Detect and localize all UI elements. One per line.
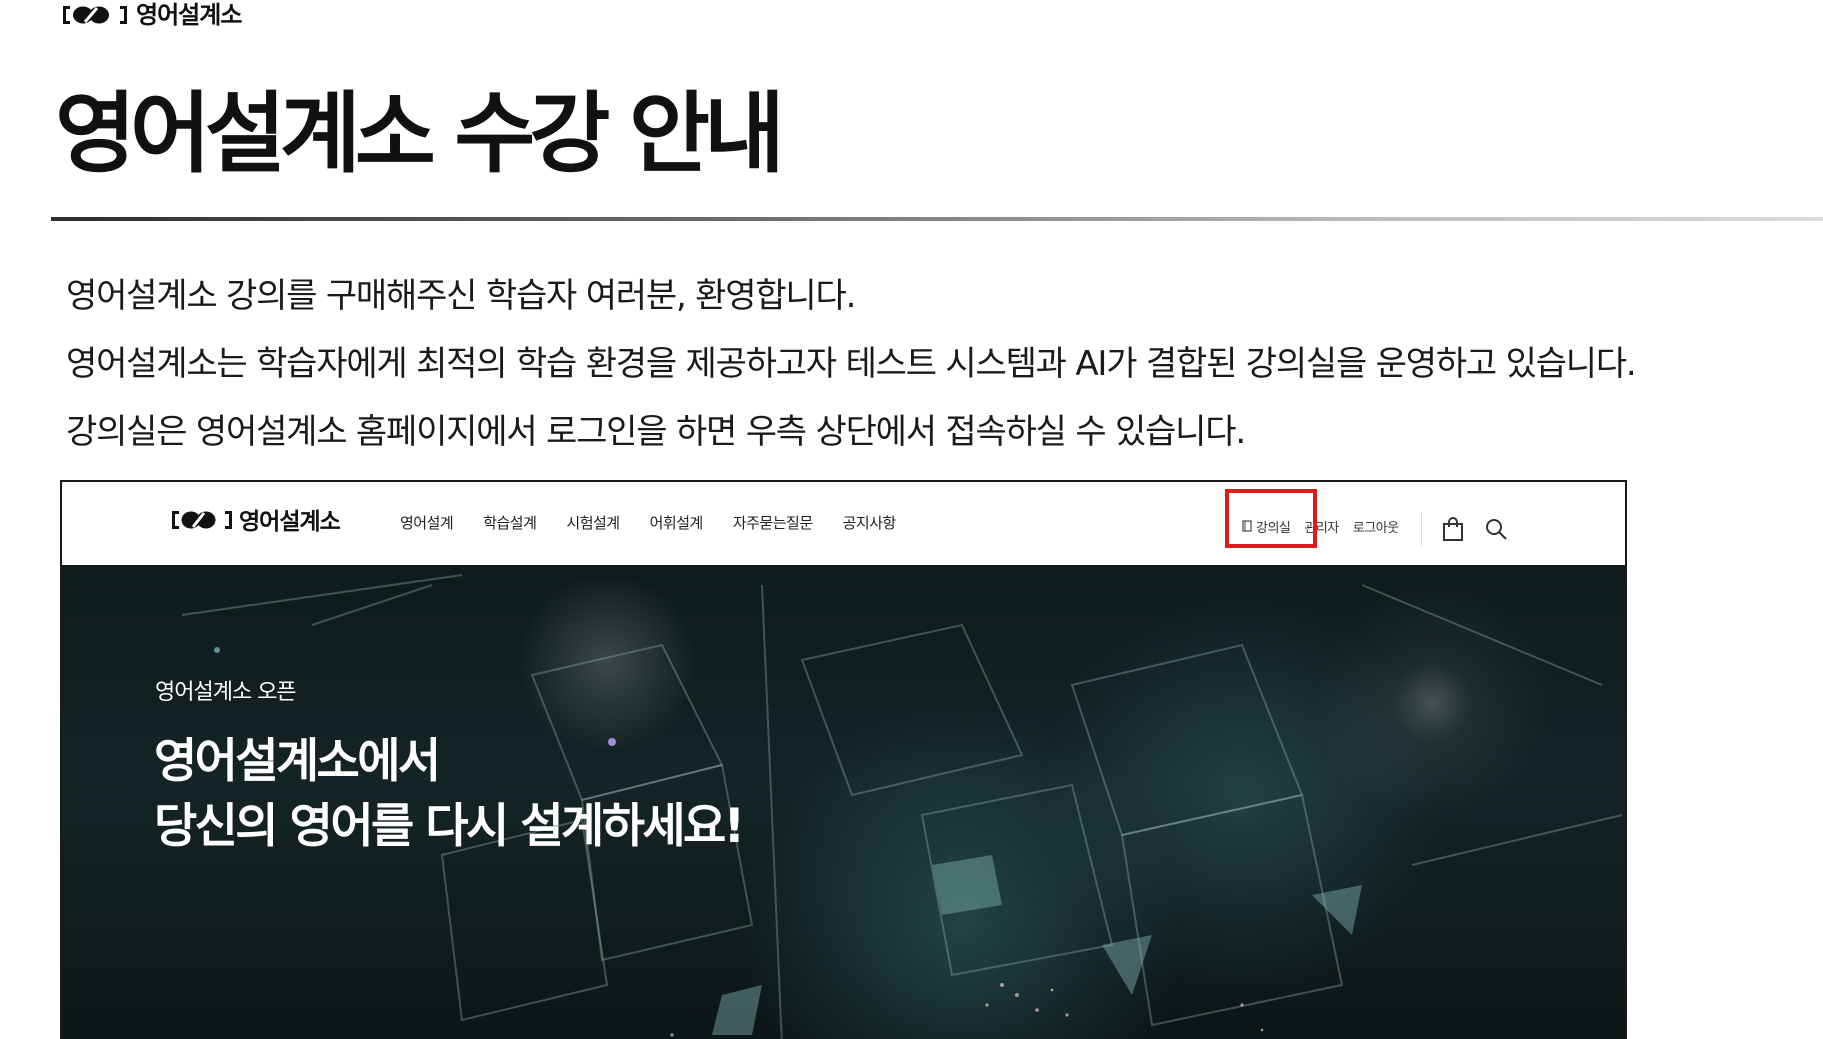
hero-eyebrow: 영어설계소 오픈	[155, 680, 297, 705]
site-logo-mark-icon	[170, 509, 234, 535]
shopping-bag-icon[interactable]	[1442, 517, 1464, 541]
search-icon[interactable]	[1484, 517, 1508, 541]
book-icon	[1242, 518, 1252, 540]
site-utility-menu: 강의실 관리자 로그아웃	[1242, 512, 1508, 546]
site-header: 영어설계소 영어설계 학습설계 시험설계 어휘설계 자주묻는질문 공지사항 강의…	[62, 482, 1625, 565]
site-nav: 영어설계 학습설계 시험설계 어휘설계 자주묻는질문 공지사항	[400, 510, 896, 536]
nav-vocab-design[interactable]: 어휘설계	[650, 510, 704, 536]
nav-notice[interactable]: 공지사항	[843, 510, 897, 536]
site-logo-text: 영어설계소	[239, 509, 341, 535]
classroom-link[interactable]: 강의실	[1242, 518, 1291, 540]
site-logo[interactable]: 영어설계소	[170, 508, 341, 536]
intro-text: 영어설계소 강의를 구매해주신 학습자 여러분, 환영합니다. 영어설계소는 학…	[66, 262, 1637, 466]
intro-line-classroom: 영어설계소는 학습자에게 최적의 학습 환경을 제공하고자 테스트 시스템과 A…	[66, 344, 1637, 384]
util-divider	[1420, 512, 1422, 546]
nav-exam-design[interactable]: 시험설계	[566, 510, 620, 536]
title-divider	[51, 217, 1823, 221]
intro-line-access: 강의실은 영어설계소 홈페이지에서 로그인을 하면 우측 상단에서 접속하실 수…	[66, 412, 1246, 452]
brand-logo-mark-icon	[61, 4, 129, 26]
page-title: 영어설계소 수강 안내	[55, 82, 785, 185]
nav-faq[interactable]: 자주묻는질문	[733, 510, 813, 536]
brand-name: 영어설계소	[136, 1, 242, 29]
nav-english-design[interactable]: 영어설계	[400, 510, 454, 536]
intro-line-welcome: 영어설계소 강의를 구매해주신 학습자 여러분, 환영합니다.	[66, 276, 856, 316]
hero-headline: 영어설계소에서 당신의 영어를 다시 설계하세요!	[154, 729, 745, 859]
brand-logo[interactable]: 영어설계소	[61, 0, 242, 30]
hero-headline-line1: 영어설계소에서	[154, 734, 441, 789]
website-screenshot: 영어설계소 영어설계 학습설계 시험설계 어휘설계 자주묻는질문 공지사항 강의…	[60, 480, 1627, 1039]
logout-link[interactable]: 로그아웃	[1353, 518, 1399, 540]
hero-banner: 영어설계소 오픈 영어설계소에서 당신의 영어를 다시 설계하세요!	[62, 565, 1625, 1039]
classroom-label: 강의실	[1256, 521, 1291, 536]
nav-study-design[interactable]: 학습설계	[483, 510, 537, 536]
admin-link[interactable]: 관리자	[1304, 518, 1339, 540]
hero-headline-line2: 당신의 영어를 다시 설계하세요!	[154, 799, 745, 854]
